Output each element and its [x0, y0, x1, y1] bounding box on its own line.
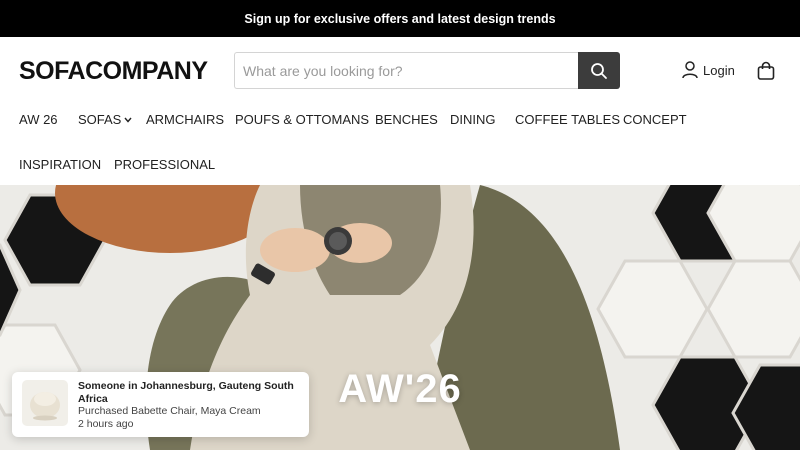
promo-text[interactable]: Sign up for exclusive offers and latest … [244, 12, 555, 26]
nav-item-concept[interactable]: CONCEPT [623, 112, 687, 127]
logo[interactable]: SOFACOMPANY [19, 57, 208, 86]
purchase-notification[interactable]: Someone in Johannesburg, Gauteng South A… [12, 372, 309, 437]
nav-item-poufs-ottomans[interactable]: POUFS & OTTOMANS [235, 112, 369, 127]
nav-item-professional[interactable]: PROFESSIONAL [114, 157, 215, 172]
site-header: SOFACOMPANY Login AW 26 SOFAS ARMCHAIRS … [0, 37, 800, 185]
user-icon [682, 61, 698, 79]
nav-item-inspiration[interactable]: INSPIRATION [19, 157, 101, 172]
notification-time: 2 hours ago [78, 417, 134, 430]
cart-button[interactable] [756, 61, 776, 86]
nav-item-benches[interactable]: BENCHES [375, 112, 438, 127]
search-icon [591, 62, 607, 79]
login-label[interactable]: Login [703, 63, 735, 78]
nav-item-sofas[interactable]: SOFAS [78, 112, 132, 127]
notification-title: Someone in Johannesburg, Gauteng South A… [78, 380, 294, 405]
nav-item-armchairs[interactable]: ARMCHAIRS [146, 112, 224, 127]
product-thumbnail [22, 380, 68, 426]
promo-bar[interactable]: Sign up for exclusive offers and latest … [0, 0, 800, 37]
nav-item-aw26[interactable]: AW 26 [19, 112, 58, 127]
shopping-bag-icon [757, 61, 775, 80]
nav-item-coffee-tables[interactable]: COFFEE TABLES [515, 112, 620, 127]
search-button[interactable] [578, 52, 620, 89]
chevron-down-icon [124, 117, 132, 123]
search-bar [234, 52, 620, 89]
login-link[interactable]: Login [682, 61, 735, 79]
notification-product: Purchased Babette Chair, Maya Cream [78, 405, 261, 417]
search-input[interactable] [234, 52, 578, 89]
nav-item-dining[interactable]: DINING [450, 112, 496, 127]
notification-text: Someone in Johannesburg, Gauteng South A… [78, 380, 299, 430]
